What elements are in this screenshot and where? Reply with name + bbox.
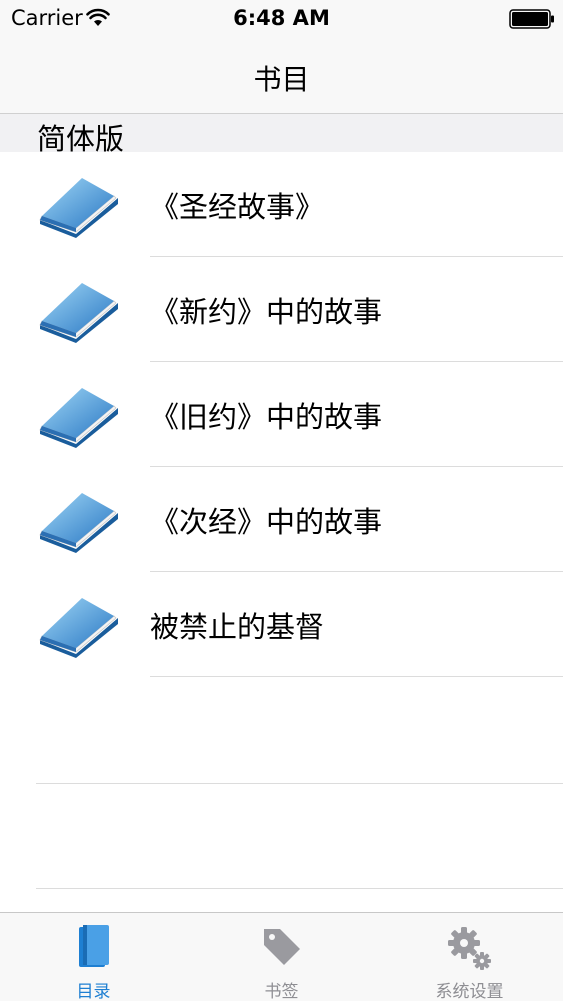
book-icon <box>39 387 119 448</box>
page-title: 书目 <box>253 63 310 96</box>
book-row-bible-stories[interactable]: 《圣经故事》 <box>0 152 563 257</box>
book-title: 《新约》中的故事 <box>150 295 383 329</box>
book-title: 《圣经故事》 <box>150 190 325 224</box>
empty-row-divider <box>36 783 563 784</box>
tab-settings[interactable]: 系统设置 <box>376 913 563 1002</box>
book-title: 《次经》中的故事 <box>150 505 383 539</box>
book-icon <box>78 925 109 967</box>
navigation-bar: 书目 <box>0 40 563 114</box>
section-header: 简体版 <box>0 114 563 156</box>
book-list: 《圣经故事》 《新约》中的故事 《旧约》中的故事 《次经》中的故事 被禁止的基督 <box>0 152 563 677</box>
tab-label: 目录 <box>76 982 111 1002</box>
tab-label: 系统设置 <box>435 982 504 1002</box>
book-icon <box>39 282 119 343</box>
status-bar: Carrier 6:48 AM <box>0 0 563 40</box>
book-icon <box>39 177 119 238</box>
tab-bookmarks[interactable]: 书签 <box>188 913 375 1002</box>
tab-bar: 目录 书签 系统设置 <box>0 912 563 1002</box>
book-row-forbidden-christ[interactable]: 被禁止的基督 <box>0 572 563 677</box>
tab-label: 书签 <box>264 982 299 1002</box>
gear-icon <box>447 927 491 970</box>
book-row-apocrypha[interactable]: 《次经》中的故事 <box>0 467 563 572</box>
status-time: 6:48 AM <box>233 6 330 30</box>
book-title: 被禁止的基督 <box>150 610 325 644</box>
battery-icon <box>509 9 554 29</box>
book-row-old-testament[interactable]: 《旧约》中的故事 <box>0 362 563 467</box>
book-title: 《旧约》中的故事 <box>150 400 383 434</box>
tag-icon <box>263 929 300 965</box>
empty-row-divider <box>36 888 563 889</box>
book-icon <box>39 492 119 553</box>
book-icon <box>39 597 119 658</box>
tab-catalog[interactable]: 目录 <box>0 913 187 1002</box>
book-row-new-testament[interactable]: 《新约》中的故事 <box>0 257 563 362</box>
row-divider <box>150 676 563 677</box>
